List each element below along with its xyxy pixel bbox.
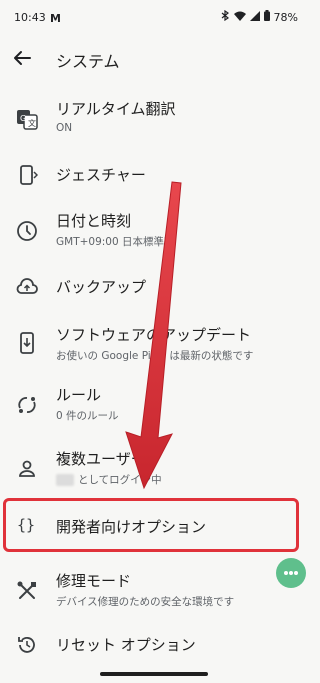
gesture-icon xyxy=(16,164,39,186)
signal-icon xyxy=(249,10,260,24)
battery-icon xyxy=(263,10,270,24)
setting-item-multiple-users[interactable]: 複数ユーザー としてログイン中 xyxy=(0,432,308,494)
status-time: 10:43 xyxy=(14,11,46,24)
rules-icon xyxy=(16,394,38,416)
setting-item-gestures[interactable]: ジェスチャー xyxy=(0,146,308,200)
back-arrow-icon xyxy=(14,51,31,65)
setting-subtitle: 0 件のルール xyxy=(56,410,119,422)
status-bar: 10:43 M 78% xyxy=(0,0,308,36)
battery-level: 78% xyxy=(273,10,298,24)
page-title: システム xyxy=(56,52,120,71)
redacted-username xyxy=(56,474,74,486)
gesture-nav-bar[interactable] xyxy=(100,672,208,676)
wrench-icon xyxy=(16,580,38,602)
wifi-icon xyxy=(233,11,246,24)
app-bar: システム xyxy=(0,36,308,82)
setting-subtitle: お使いの Google Pixel は最新の状態です xyxy=(56,350,254,362)
setting-title: リセット オプション xyxy=(56,636,196,654)
setting-subtitle: GMT+09:00 日本標準時 xyxy=(56,236,175,248)
phone-download-icon xyxy=(16,332,38,354)
bluetooth-icon xyxy=(221,9,230,24)
setting-subtitle: デバイス修理のための安全な環境です xyxy=(56,596,235,608)
setting-item-reset-options[interactable]: リセット オプション xyxy=(0,618,308,668)
setting-title: リアルタイム翻訳 xyxy=(56,100,176,118)
translate-icon: G 文 xyxy=(16,108,38,130)
floating-menu-button[interactable] xyxy=(276,558,306,588)
back-button[interactable] xyxy=(10,46,34,70)
setting-item-realtime-translate[interactable]: G 文 リアルタイム翻訳 ON xyxy=(0,82,308,146)
cloud-upload-icon xyxy=(16,276,38,298)
more-horiz-icon xyxy=(284,571,298,575)
setting-title: ソフトウェアのアップデート xyxy=(56,326,252,344)
setting-title: ジェスチャー xyxy=(56,166,146,184)
setting-title: 日付と時刻 xyxy=(56,212,132,230)
setting-item-software-update[interactable]: ソフトウェアのアップデート お使いの Google Pixel は最新の状態です xyxy=(0,310,308,372)
svg-text:文: 文 xyxy=(28,118,36,128)
setting-title: 複数ユーザー xyxy=(56,450,146,468)
setting-item-repair-mode[interactable]: 修理モード デバイス修理のための安全な環境です xyxy=(0,558,308,618)
setting-title: 修理モード xyxy=(56,572,132,590)
clock-icon xyxy=(16,220,38,242)
setting-title: バックアップ xyxy=(56,278,147,296)
svg-text:G: G xyxy=(20,114,26,123)
history-icon xyxy=(16,634,38,656)
status-icons: 78% xyxy=(221,9,298,24)
highlight-box xyxy=(3,498,299,552)
setting-item-backup[interactable]: バックアップ xyxy=(0,260,308,310)
setting-item-rules[interactable]: ルール 0 件のルール xyxy=(0,372,308,432)
person-icon xyxy=(16,458,38,480)
setting-title: ルール xyxy=(56,386,102,404)
setting-item-date-time[interactable]: 日付と時刻 GMT+09:00 日本標準時 xyxy=(0,200,308,260)
gmail-notification-icon: M xyxy=(50,12,61,25)
setting-subtitle: としてログイン中 xyxy=(78,474,162,486)
setting-subtitle: ON xyxy=(56,122,73,134)
